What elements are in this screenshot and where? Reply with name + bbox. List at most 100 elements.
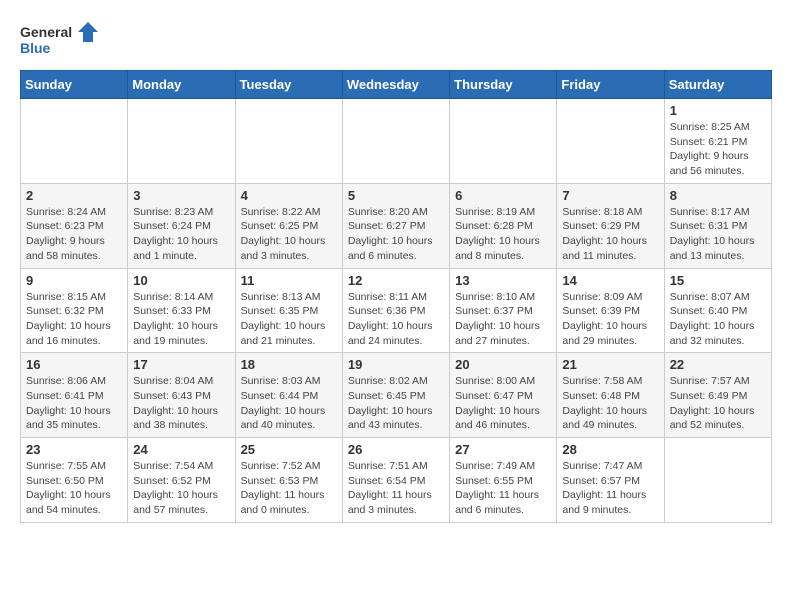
day-number: 12	[348, 273, 444, 288]
weekday-header-tuesday: Tuesday	[235, 71, 342, 99]
calendar-cell: 3 Sunrise: 8:23 AM Sunset: 6:24 PM Daylig…	[128, 183, 235, 268]
calendar-header-row: SundayMondayTuesdayWednesdayThursdayFrid…	[21, 71, 772, 99]
day-info: Sunrise: 8:10 AM Sunset: 6:37 PM Dayligh…	[455, 290, 551, 349]
day-info: Sunrise: 8:07 AM Sunset: 6:40 PM Dayligh…	[670, 290, 766, 349]
day-info: Sunrise: 7:58 AM Sunset: 6:48 PM Dayligh…	[562, 374, 658, 433]
weekday-header-wednesday: Wednesday	[342, 71, 449, 99]
calendar-cell	[21, 99, 128, 184]
calendar-week-2: 2 Sunrise: 8:24 AM Sunset: 6:23 PM Daylig…	[21, 183, 772, 268]
calendar-cell	[450, 99, 557, 184]
day-info: Sunrise: 8:14 AM Sunset: 6:33 PM Dayligh…	[133, 290, 229, 349]
day-info: Sunrise: 8:18 AM Sunset: 6:29 PM Dayligh…	[562, 205, 658, 264]
weekday-header-friday: Friday	[557, 71, 664, 99]
day-number: 20	[455, 357, 551, 372]
day-info: Sunrise: 8:03 AM Sunset: 6:44 PM Dayligh…	[241, 374, 337, 433]
day-number: 13	[455, 273, 551, 288]
calendar-cell	[128, 99, 235, 184]
day-number: 4	[241, 188, 337, 203]
calendar-cell: 24 Sunrise: 7:54 AM Sunset: 6:52 PM Dayli…	[128, 438, 235, 523]
calendar-cell: 26 Sunrise: 7:51 AM Sunset: 6:54 PM Dayli…	[342, 438, 449, 523]
day-number: 7	[562, 188, 658, 203]
day-number: 17	[133, 357, 229, 372]
calendar-cell: 22 Sunrise: 7:57 AM Sunset: 6:49 PM Dayli…	[664, 353, 771, 438]
calendar-cell: 5Sunrise: 8:20 AM Sunset: 6:27 PM Daylig…	[342, 183, 449, 268]
calendar-cell: 28 Sunrise: 7:47 AM Sunset: 6:57 PM Dayli…	[557, 438, 664, 523]
day-info: Sunrise: 7:52 AM Sunset: 6:53 PM Dayligh…	[241, 459, 337, 518]
weekday-header-saturday: Saturday	[664, 71, 771, 99]
day-number: 9	[26, 273, 122, 288]
day-info: Sunrise: 8:24 AM Sunset: 6:23 PM Dayligh…	[26, 205, 122, 264]
calendar-cell: 15 Sunrise: 8:07 AM Sunset: 6:40 PM Dayli…	[664, 268, 771, 353]
calendar-cell	[235, 99, 342, 184]
day-info: Sunrise: 7:54 AM Sunset: 6:52 PM Dayligh…	[133, 459, 229, 518]
svg-text:General: General	[20, 24, 72, 40]
calendar-cell: 10 Sunrise: 8:14 AM Sunset: 6:33 PM Dayli…	[128, 268, 235, 353]
day-info: Sunrise: 7:51 AM Sunset: 6:54 PM Dayligh…	[348, 459, 444, 518]
day-number: 8	[670, 188, 766, 203]
calendar-cell: 18Sunrise: 8:03 AM Sunset: 6:44 PM Dayli…	[235, 353, 342, 438]
day-number: 22	[670, 357, 766, 372]
calendar-cell: 6Sunrise: 8:19 AM Sunset: 6:28 PM Daylig…	[450, 183, 557, 268]
calendar-cell: 19 Sunrise: 8:02 AM Sunset: 6:45 PM Dayli…	[342, 353, 449, 438]
header: General Blue	[20, 20, 772, 60]
day-number: 21	[562, 357, 658, 372]
day-number: 28	[562, 442, 658, 457]
calendar-cell: 7 Sunrise: 8:18 AM Sunset: 6:29 PM Daylig…	[557, 183, 664, 268]
day-number: 23	[26, 442, 122, 457]
day-info: Sunrise: 8:04 AM Sunset: 6:43 PM Dayligh…	[133, 374, 229, 433]
day-number: 6	[455, 188, 551, 203]
calendar-cell	[664, 438, 771, 523]
calendar-cell: 21 Sunrise: 7:58 AM Sunset: 6:48 PM Dayli…	[557, 353, 664, 438]
day-info: Sunrise: 8:02 AM Sunset: 6:45 PM Dayligh…	[348, 374, 444, 433]
calendar-week-5: 23 Sunrise: 7:55 AM Sunset: 6:50 PM Dayli…	[21, 438, 772, 523]
day-number: 3	[133, 188, 229, 203]
day-info: Sunrise: 8:09 AM Sunset: 6:39 PM Dayligh…	[562, 290, 658, 349]
day-number: 2	[26, 188, 122, 203]
calendar-cell: 12 Sunrise: 8:11 AM Sunset: 6:36 PM Dayli…	[342, 268, 449, 353]
day-info: Sunrise: 8:00 AM Sunset: 6:47 PM Dayligh…	[455, 374, 551, 433]
calendar-cell: 13 Sunrise: 8:10 AM Sunset: 6:37 PM Dayli…	[450, 268, 557, 353]
calendar-cell: 2 Sunrise: 8:24 AM Sunset: 6:23 PM Daylig…	[21, 183, 128, 268]
day-number: 19	[348, 357, 444, 372]
calendar-cell: 14 Sunrise: 8:09 AM Sunset: 6:39 PM Dayli…	[557, 268, 664, 353]
calendar-cell: 27 Sunrise: 7:49 AM Sunset: 6:55 PM Dayli…	[450, 438, 557, 523]
day-number: 5	[348, 188, 444, 203]
calendar-cell: 25 Sunrise: 7:52 AM Sunset: 6:53 PM Dayli…	[235, 438, 342, 523]
day-number: 24	[133, 442, 229, 457]
day-info: Sunrise: 8:25 AM Sunset: 6:21 PM Dayligh…	[670, 120, 766, 179]
day-info: Sunrise: 7:47 AM Sunset: 6:57 PM Dayligh…	[562, 459, 658, 518]
day-info: Sunrise: 8:13 AM Sunset: 6:35 PM Dayligh…	[241, 290, 337, 349]
day-number: 11	[241, 273, 337, 288]
svg-text:Blue: Blue	[20, 40, 51, 56]
calendar-cell: 20 Sunrise: 8:00 AM Sunset: 6:47 PM Dayli…	[450, 353, 557, 438]
weekday-header-monday: Monday	[128, 71, 235, 99]
calendar-cell: 4Sunrise: 8:22 AM Sunset: 6:25 PM Daylig…	[235, 183, 342, 268]
day-info: Sunrise: 7:57 AM Sunset: 6:49 PM Dayligh…	[670, 374, 766, 433]
day-number: 16	[26, 357, 122, 372]
calendar-table: SundayMondayTuesdayWednesdayThursdayFrid…	[20, 70, 772, 523]
day-info: Sunrise: 8:23 AM Sunset: 6:24 PM Dayligh…	[133, 205, 229, 264]
calendar-cell: 8 Sunrise: 8:17 AM Sunset: 6:31 PM Daylig…	[664, 183, 771, 268]
day-number: 25	[241, 442, 337, 457]
day-info: Sunrise: 8:17 AM Sunset: 6:31 PM Dayligh…	[670, 205, 766, 264]
day-number: 1	[670, 103, 766, 118]
calendar-cell	[557, 99, 664, 184]
day-info: Sunrise: 8:06 AM Sunset: 6:41 PM Dayligh…	[26, 374, 122, 433]
day-number: 14	[562, 273, 658, 288]
calendar-week-3: 9Sunrise: 8:15 AM Sunset: 6:32 PM Daylig…	[21, 268, 772, 353]
day-info: Sunrise: 8:11 AM Sunset: 6:36 PM Dayligh…	[348, 290, 444, 349]
weekday-header-thursday: Thursday	[450, 71, 557, 99]
calendar-week-4: 16 Sunrise: 8:06 AM Sunset: 6:41 PM Dayli…	[21, 353, 772, 438]
day-info: Sunrise: 7:49 AM Sunset: 6:55 PM Dayligh…	[455, 459, 551, 518]
logo: General Blue	[20, 20, 100, 60]
day-number: 10	[133, 273, 229, 288]
calendar-cell: 9Sunrise: 8:15 AM Sunset: 6:32 PM Daylig…	[21, 268, 128, 353]
calendar-cell	[342, 99, 449, 184]
day-info: Sunrise: 7:55 AM Sunset: 6:50 PM Dayligh…	[26, 459, 122, 518]
day-number: 27	[455, 442, 551, 457]
day-number: 26	[348, 442, 444, 457]
calendar-cell: 1 Sunrise: 8:25 AM Sunset: 6:21 PM Daylig…	[664, 99, 771, 184]
logo-svg: General Blue	[20, 20, 100, 60]
calendar-cell: 23 Sunrise: 7:55 AM Sunset: 6:50 PM Dayli…	[21, 438, 128, 523]
day-number: 15	[670, 273, 766, 288]
